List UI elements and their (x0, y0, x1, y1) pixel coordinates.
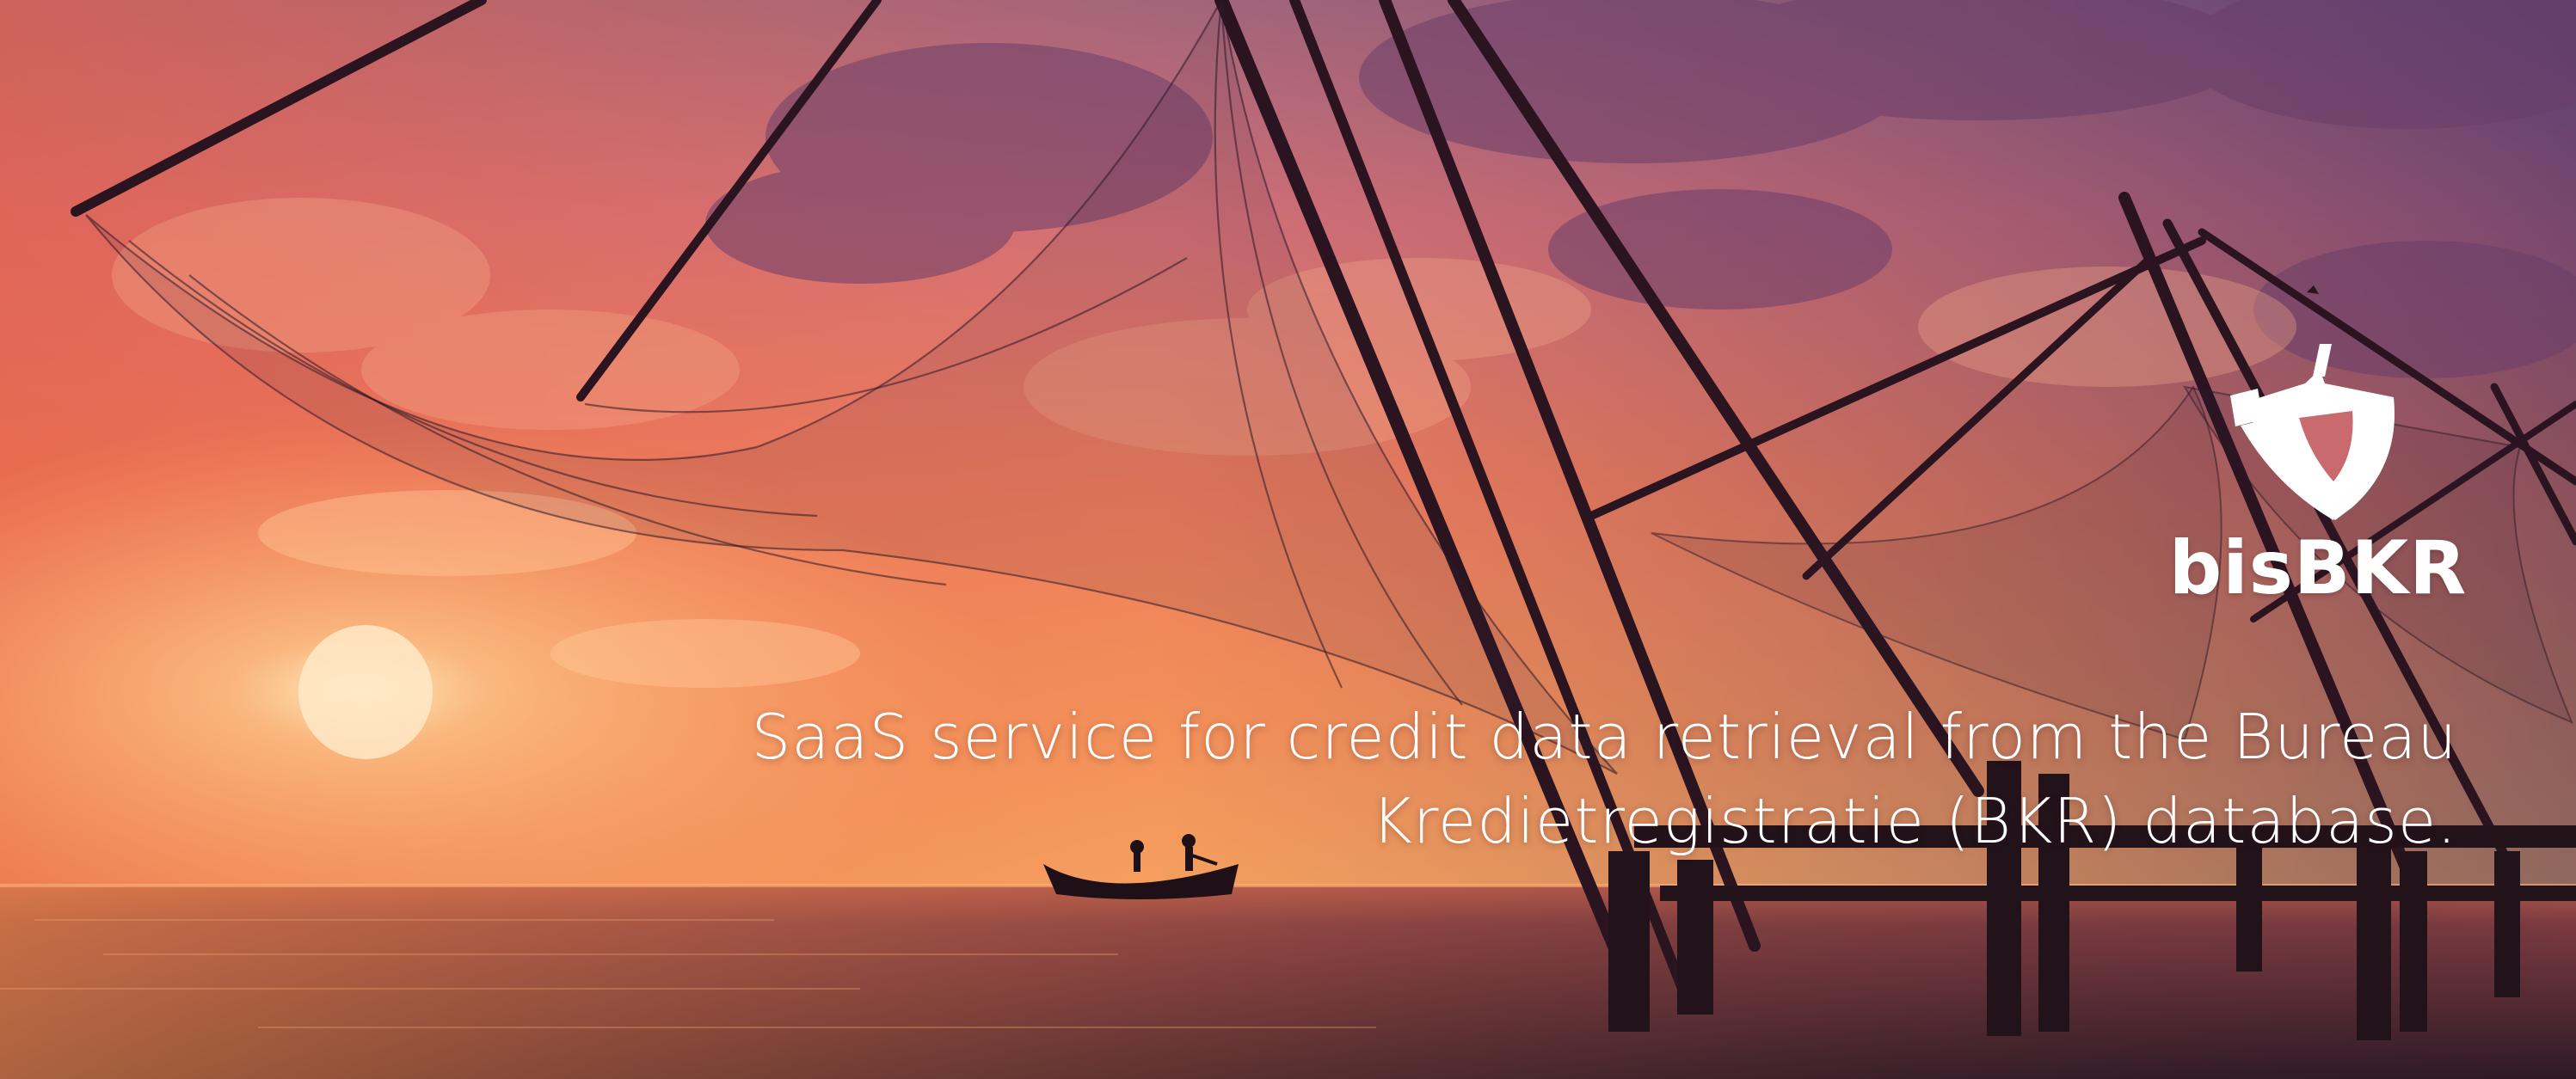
tagline-line-2: Kredietregistratie (BKR) database. (1371, 785, 2457, 857)
shield-icon (2230, 344, 2395, 520)
hero-banner: bisBKR SaaS service for credit data retr… (0, 0, 2576, 1079)
brand-logo: bisBKR (2169, 344, 2466, 636)
brand-name: bisBKR (2168, 525, 2468, 611)
hero-tagline: SaaS service for credit data retrieval f… (565, 695, 2457, 863)
tagline-line-1: SaaS service for credit data retrieval f… (751, 701, 2457, 773)
